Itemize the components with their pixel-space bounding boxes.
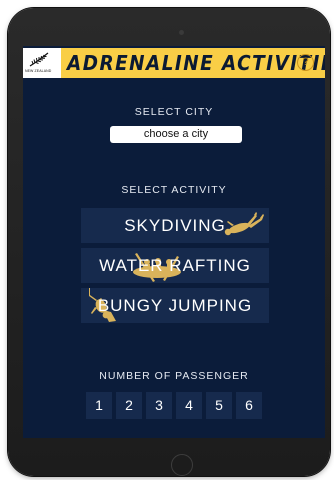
activity-rafting-label: WATER RAFTING — [99, 256, 251, 275]
page-title: ADRENALINE ACTIVITIES — [67, 51, 325, 75]
passenger-option-6[interactable]: 6 — [236, 392, 262, 419]
logo-text: NEW ZEALAND — [25, 69, 52, 73]
activity-skydiving-label: SKYDIVING — [124, 216, 226, 235]
camera-icon — [179, 30, 184, 35]
passenger-option-1[interactable]: 1 — [86, 392, 112, 419]
passenger-count-label: NUMBER OF PASSENGER — [99, 370, 249, 382]
passenger-option-5[interactable]: 5 — [206, 392, 232, 419]
select-activity-label: SELECT ACTIVITY — [121, 184, 227, 196]
silver-fern-icon — [29, 52, 49, 67]
home-button[interactable] — [171, 454, 193, 476]
header-bar: NEW ZEALAND ADRENALINE ACTIVITIES ? — [23, 48, 325, 78]
passenger-option-4[interactable]: 4 — [176, 392, 202, 419]
passenger-option-3[interactable]: 3 — [146, 392, 172, 419]
city-select[interactable]: choose a city — [110, 126, 242, 143]
activity-bungy-button[interactable]: BUNGY JUMPING — [81, 288, 269, 323]
select-city-label: SELECT CITY — [134, 106, 214, 118]
activity-bungy-label: BUNGY JUMPING — [97, 296, 253, 315]
activity-rafting-button[interactable]: WATER RAFTING — [81, 248, 269, 283]
help-icon[interactable]: ? — [297, 54, 314, 71]
activity-skydiving-button[interactable]: SKYDIVING — [81, 208, 269, 243]
logo: NEW ZEALAND — [23, 48, 61, 78]
passenger-option-2[interactable]: 2 — [116, 392, 142, 419]
app-screen: NEW ZEALAND ADRENALINE ACTIVITIES ? SELE… — [23, 46, 325, 438]
